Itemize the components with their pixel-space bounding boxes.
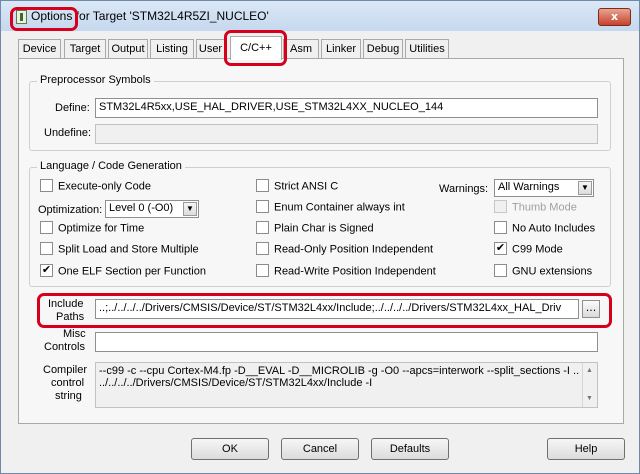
checkbox-box <box>256 200 269 213</box>
app-icon <box>16 10 27 24</box>
enum-container-checkbox[interactable]: Enum Container always int <box>256 200 405 217</box>
defaults-button[interactable]: Defaults <box>371 438 449 460</box>
scroll-up-icon: ▲ <box>586 367 593 374</box>
include-paths-label-line1: Include <box>48 298 84 310</box>
preprocessor-group-title: Preprocessor Symbols <box>37 74 154 86</box>
gnu-extensions-checkbox[interactable]: GNU extensions <box>494 264 592 281</box>
tab-user[interactable]: User <box>196 39 225 59</box>
tab-device[interactable]: Device <box>18 39 61 59</box>
checkbox-box <box>494 200 507 213</box>
checkbox-box <box>494 221 507 234</box>
optimization-label: Optimization: <box>38 204 103 216</box>
optimize-time-checkbox[interactable]: Optimize for Time <box>40 221 144 238</box>
ok-button[interactable]: OK <box>191 438 269 460</box>
tab-target[interactable]: Target <box>64 39 106 59</box>
tab-linker[interactable]: Linker <box>321 39 361 59</box>
checkbox-box <box>256 221 269 234</box>
warnings-label: Warnings: <box>439 183 489 195</box>
tab-c-cpp[interactable]: C/C++ <box>230 36 282 60</box>
thumb-mode-checkbox[interactable]: Thumb Mode <box>494 200 577 217</box>
language-group-title: Language / Code Generation <box>37 160 185 172</box>
title-bar: Options for Target 'STM32L4R5ZI_NUCLEO' … <box>1 1 639 31</box>
ro-pi-checkbox[interactable]: Read-Only Position Independent <box>256 242 433 259</box>
define-label: Define: <box>55 102 90 114</box>
tab-output[interactable]: Output <box>108 39 148 59</box>
checkbox-box <box>256 242 269 255</box>
compiler-string-line1: --c99 -c --cpu Cortex-M4.fp -D__EVAL -D_… <box>99 365 589 377</box>
tab-utilities[interactable]: Utilities <box>405 39 449 59</box>
checkbox-box <box>40 242 53 255</box>
c99-mode-checkbox[interactable]: ✔ C99 Mode <box>494 242 563 259</box>
plain-char-checkbox[interactable]: Plain Char is Signed <box>256 221 374 238</box>
rw-pi-checkbox[interactable]: Read-Write Position Independent <box>256 264 436 281</box>
execute-only-checkbox[interactable]: Execute-only Code <box>40 179 151 196</box>
checkbox-box <box>256 179 269 192</box>
tab-listing[interactable]: Listing <box>150 39 194 59</box>
include-paths-label-line2: Paths <box>56 311 85 323</box>
tab-asm[interactable]: Asm <box>283 39 319 59</box>
checkbox-box <box>40 179 53 192</box>
misc-controls-input[interactable] <box>95 332 598 352</box>
window-title: Options for Target 'STM32L4R5ZI_NUCLEO' <box>31 9 269 23</box>
compiler-label-line3: string <box>55 390 82 402</box>
optimization-select[interactable]: Level 0 (-O0) ▼ <box>105 200 199 218</box>
checkmark-icon: ✔ <box>494 242 507 255</box>
tab-debug[interactable]: Debug <box>363 39 403 59</box>
warnings-select[interactable]: All Warnings ▼ <box>494 179 594 197</box>
scrollbar[interactable]: ▲ ▼ <box>582 363 597 407</box>
compiler-control-string: --c99 -c --cpu Cortex-M4.fp -D__EVAL -D_… <box>95 362 598 408</box>
chevron-down-icon: ▼ <box>578 181 592 195</box>
close-button[interactable]: x <box>598 8 631 26</box>
define-input[interactable]: STM32L4R5xx,USE_HAL_DRIVER,USE_STM32L4XX… <box>95 98 598 118</box>
split-load-checkbox[interactable]: Split Load and Store Multiple <box>40 242 199 259</box>
misc-controls-label-line2: Controls <box>44 341 85 353</box>
compiler-label-line2: control <box>51 377 85 389</box>
strict-ansi-checkbox[interactable]: Strict ANSI C <box>256 179 338 196</box>
no-auto-includes-checkbox[interactable]: No Auto Includes <box>494 221 595 238</box>
undefine-input[interactable] <box>95 124 598 144</box>
options-dialog: Options for Target 'STM32L4R5ZI_NUCLEO' … <box>0 0 640 474</box>
undefine-label: Undefine: <box>44 127 92 139</box>
checkbox-box <box>494 264 507 277</box>
compiler-string-line2: ../../../../Drivers/CMSIS/Device/ST/STM3… <box>99 377 373 389</box>
checkbox-box <box>256 264 269 277</box>
help-button[interactable]: Help <box>547 438 625 460</box>
checkbox-box <box>40 221 53 234</box>
chevron-down-icon: ▼ <box>183 202 197 216</box>
include-paths-input[interactable]: ..;../../../../Drivers/CMSIS/Device/ST/S… <box>95 299 579 319</box>
cancel-button[interactable]: Cancel <box>281 438 359 460</box>
checkmark-icon: ✔ <box>40 264 53 277</box>
misc-controls-label-line1: Misc <box>63 328 86 340</box>
scroll-down-icon: ▼ <box>586 395 593 402</box>
browse-include-paths-button[interactable]: ... <box>582 300 600 318</box>
one-elf-checkbox[interactable]: ✔ One ELF Section per Function <box>40 264 206 281</box>
compiler-label-line1: Compiler <box>43 364 88 376</box>
